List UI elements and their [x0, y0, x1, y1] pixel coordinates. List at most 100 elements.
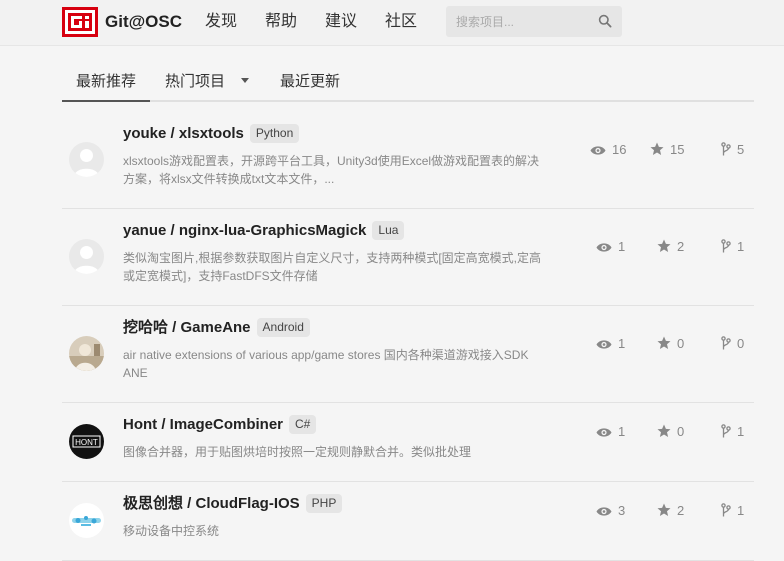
project-title[interactable]: youke / xlsxtools Python: [123, 124, 300, 144]
tab-latest-recommended[interactable]: 最新推荐: [61, 73, 151, 102]
view-count-value: 3: [618, 503, 626, 518]
eye-icon: [596, 340, 612, 349]
avatar[interactable]: [69, 239, 104, 274]
nav-community[interactable]: 社区: [385, 12, 417, 32]
fork-icon: [721, 142, 731, 156]
fork-count[interactable]: 1: [721, 503, 744, 519]
project-tabs: 最新推荐 热门项目 最近更新: [61, 62, 754, 102]
fork-icon: [721, 503, 731, 517]
view-count[interactable]: 16: [590, 142, 626, 158]
nav-help[interactable]: 帮助: [265, 12, 297, 32]
nav-suggest[interactable]: 建议: [325, 12, 357, 32]
avatar[interactable]: [69, 142, 104, 177]
star-count-value: 2: [677, 239, 685, 254]
tab-label: 最近更新: [280, 73, 341, 90]
project-row: 挖哈哈 / GameAne Android air native extensio…: [62, 306, 754, 403]
fork-count[interactable]: 1: [721, 239, 744, 255]
star-icon: [657, 503, 671, 516]
eye-icon: [596, 428, 612, 437]
language-badge[interactable]: C#: [289, 415, 317, 434]
view-count-value: 16: [612, 142, 627, 157]
eye-icon: [590, 146, 606, 155]
language-badge[interactable]: Lua: [372, 221, 405, 240]
description-line: 或定宽模式]，支持FastDFS文件存储: [123, 269, 318, 283]
tab-popular-projects[interactable]: 热门项目: [165, 73, 250, 91]
fork-count-value: 1: [737, 503, 745, 518]
star-count-value: 0: [677, 424, 685, 439]
fork-count[interactable]: 1: [721, 424, 744, 440]
project-list: youke / xlsxtools Python xlsxtools游戏配置表，开…: [62, 112, 754, 561]
avatar[interactable]: [69, 336, 104, 371]
star-count[interactable]: 15: [650, 142, 684, 158]
view-count[interactable]: 1: [596, 336, 625, 352]
project-name: yanue / nginx-lua-GraphicsMagick: [123, 222, 367, 239]
search-input[interactable]: [456, 6, 596, 37]
avatar[interactable]: [69, 503, 104, 538]
fork-count-value: 1: [737, 239, 745, 254]
star-icon: [650, 142, 664, 155]
view-count-value: 1: [618, 239, 626, 254]
tab-label: 热门项目: [165, 73, 226, 90]
search-box: [446, 6, 622, 37]
project-title[interactable]: Hont / ImageCombiner C#: [123, 415, 317, 435]
fork-icon: [721, 424, 731, 438]
view-count[interactable]: 1: [596, 424, 625, 440]
fork-count-value: 1: [737, 424, 745, 439]
fork-icon: [721, 336, 731, 350]
search-icon[interactable]: [598, 14, 612, 28]
project-title[interactable]: 挖哈哈 / GameAne Android: [123, 318, 310, 338]
fork-count-value: 0: [737, 336, 745, 351]
avatar[interactable]: HONT: [69, 424, 104, 459]
view-count-value: 1: [618, 336, 626, 351]
star-count-value: 0: [677, 336, 685, 351]
star-count[interactable]: 2: [657, 503, 684, 519]
project-title[interactable]: yanue / nginx-lua-GraphicsMagick Lua: [123, 221, 405, 241]
view-count[interactable]: 3: [596, 503, 625, 519]
hont-logo-avatar: HONT: [69, 424, 104, 459]
eye-icon: [596, 507, 612, 516]
project-name: Hont / ImageCombiner: [123, 416, 284, 433]
git-osc-logo[interactable]: [62, 7, 98, 37]
avatar-text: HONT: [75, 438, 98, 447]
view-count[interactable]: 1: [596, 239, 625, 255]
description-line: 类似淘宝图片,根据参数获取图片自定义尺寸，支持两种模式[固定高宽模式,定高: [123, 251, 542, 265]
tab-recently-updated[interactable]: 最近更新: [280, 73, 340, 91]
star-count[interactable]: 0: [657, 336, 684, 352]
nav-discover[interactable]: 发现: [205, 12, 237, 32]
star-count[interactable]: 0: [657, 424, 684, 440]
description-line: air native extensions of various app/gam…: [123, 348, 529, 362]
chevron-down-icon[interactable]: [241, 77, 250, 83]
project-name: 极思创想 / CloudFlag-IOS: [123, 495, 300, 512]
description-line: 方案，将xlsx文件转换成txt文本文件，...: [123, 172, 335, 186]
brand-name[interactable]: Git@OSC: [105, 12, 182, 32]
project-row: yanue / nginx-lua-GraphicsMagick Lua 类似淘宝…: [62, 209, 754, 306]
fork-count-value: 5: [737, 142, 745, 157]
project-description: air native extensions of various app/gam…: [123, 346, 567, 382]
project-title[interactable]: 极思创想 / CloudFlag-IOS PHP: [123, 494, 343, 514]
project-row: HONT Hont / ImageCombiner C# 图像合并器，用于贴图烘培…: [62, 403, 754, 482]
eye-icon: [596, 243, 612, 252]
default-avatar-icon: [69, 142, 104, 177]
star-count-value: 15: [670, 142, 685, 157]
star-icon: [657, 424, 671, 437]
star-icon: [657, 336, 671, 349]
star-icon: [657, 239, 671, 252]
language-badge[interactable]: PHP: [305, 494, 343, 513]
fork-count[interactable]: 0: [721, 336, 744, 352]
project-row: youke / xlsxtools Python xlsxtools游戏配置表，开…: [62, 112, 754, 209]
fork-count[interactable]: 5: [721, 142, 744, 158]
fork-icon: [721, 239, 731, 253]
star-count[interactable]: 2: [657, 239, 684, 255]
description-line: 图像合并器，用于贴图烘培时按照一定规则静默合并。类似批处理: [123, 445, 472, 459]
project-name: 挖哈哈 / GameAne: [123, 319, 251, 336]
project-description: 移动设备中控系统: [123, 522, 567, 540]
description-line: ANE: [123, 366, 148, 380]
top-header: Git@OSC 发现 帮助 建议 社区: [0, 0, 784, 46]
cloudflag-logo-avatar: [69, 503, 104, 538]
language-badge[interactable]: Android: [256, 318, 310, 337]
description-line: 移动设备中控系统: [123, 524, 220, 538]
view-count-value: 1: [618, 424, 626, 439]
project-name: youke / xlsxtools: [123, 125, 244, 142]
language-badge[interactable]: Python: [249, 124, 300, 143]
project-row: 极思创想 / CloudFlag-IOS PHP 移动设备中控系统 3 2 1: [62, 482, 754, 561]
